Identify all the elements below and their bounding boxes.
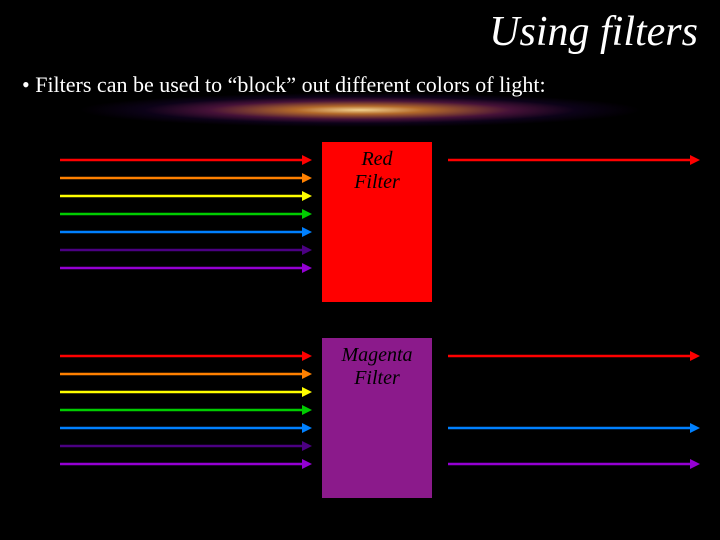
ray-diagram (0, 0, 720, 540)
